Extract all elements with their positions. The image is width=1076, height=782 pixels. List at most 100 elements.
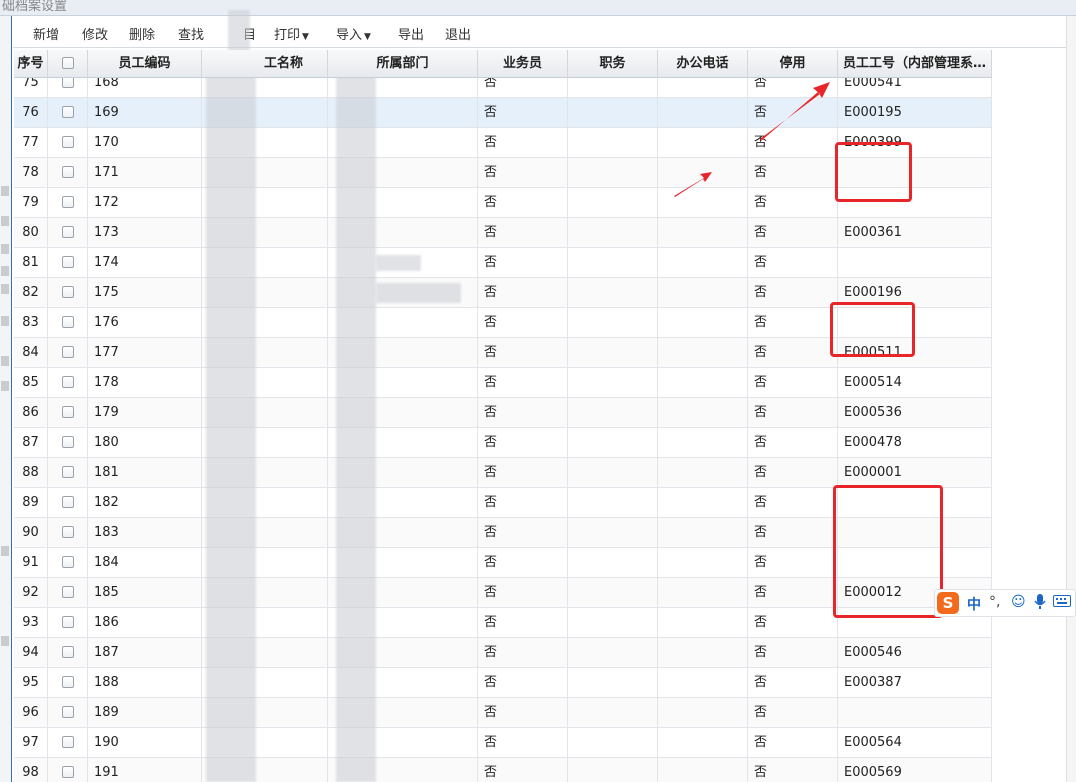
header-emp-code[interactable]: 员工编码 bbox=[88, 50, 202, 78]
redaction-blur bbox=[376, 255, 421, 271]
table-row[interactable]: 80 173 否否 E000361 bbox=[14, 218, 992, 248]
row-checkbox[interactable] bbox=[61, 735, 74, 748]
cell-emp-code: 190 bbox=[88, 728, 202, 758]
row-checkbox[interactable] bbox=[61, 645, 74, 658]
row-checkbox[interactable] bbox=[61, 555, 74, 568]
row-checkbox[interactable] bbox=[61, 165, 74, 178]
row-checkbox[interactable] bbox=[61, 135, 74, 148]
row-checkbox[interactable] bbox=[61, 225, 74, 238]
table-row[interactable]: 95 188 否否 E000387 bbox=[14, 668, 992, 698]
cell-position bbox=[568, 578, 658, 608]
cell-salesman: 否 bbox=[478, 548, 568, 578]
header-emp-name[interactable]: 工名称 bbox=[202, 50, 328, 78]
window-title: 础档案设置 bbox=[2, 0, 68, 14]
cell-position bbox=[568, 758, 658, 782]
header-salesman[interactable]: 业务员 bbox=[478, 50, 568, 78]
cell-emp-code: 177 bbox=[88, 338, 202, 368]
row-checkbox[interactable] bbox=[61, 525, 74, 538]
delete-button[interactable]: 删除 bbox=[129, 24, 155, 43]
find-button[interactable]: 查找 bbox=[178, 24, 204, 43]
cell-phone bbox=[658, 248, 748, 278]
table-row[interactable]: 96 189 否 否 bbox=[14, 698, 992, 728]
window-titlebar: 础档案设置 bbox=[0, 0, 1076, 16]
table-row[interactable]: 87 180 否否 E000478 bbox=[14, 428, 992, 458]
row-checkbox[interactable] bbox=[61, 105, 74, 118]
row-checkbox[interactable] bbox=[61, 495, 74, 508]
cell-position bbox=[568, 368, 658, 398]
table-row[interactable]: 81 174 否 否 bbox=[14, 248, 992, 278]
table-row[interactable]: 86 179 否否 E000536 bbox=[14, 398, 992, 428]
export-button[interactable]: 导出 bbox=[398, 24, 424, 43]
cell-disabled: 否 bbox=[748, 218, 838, 248]
cell-position bbox=[568, 668, 658, 698]
cell-seq: 79 bbox=[14, 188, 48, 218]
keyboard-icon[interactable] bbox=[1053, 594, 1071, 612]
cell-disabled: 否 bbox=[748, 398, 838, 428]
print-button[interactable]: 打印 ▼ bbox=[274, 24, 309, 43]
cell-position bbox=[568, 608, 658, 638]
row-checkbox[interactable] bbox=[61, 375, 74, 388]
cell-salesman: 否 bbox=[478, 668, 568, 698]
header-dept[interactable]: 所属部门 bbox=[328, 50, 478, 78]
cell-emp-code: 172 bbox=[88, 188, 202, 218]
edit-button[interactable]: 修改 bbox=[82, 24, 108, 43]
table-row[interactable]: 97 190 否否 E000564 bbox=[14, 728, 992, 758]
row-checkbox[interactable] bbox=[61, 405, 74, 418]
row-checkbox[interactable] bbox=[61, 705, 74, 718]
cell-emp-code: 186 bbox=[88, 608, 202, 638]
header-select-all[interactable] bbox=[48, 50, 88, 78]
import-button[interactable]: 导入 ▼ bbox=[336, 24, 371, 43]
cell-disabled: 否 bbox=[748, 308, 838, 338]
header-phone[interactable]: 办公电话 bbox=[658, 50, 748, 78]
header-position[interactable]: 职务 bbox=[568, 50, 658, 78]
emoji-icon[interactable]: ☺ bbox=[1011, 594, 1026, 610]
ime-toolbar[interactable]: S 中 °, ☺ bbox=[934, 589, 1076, 617]
mic-icon[interactable] bbox=[1034, 594, 1046, 614]
table-row[interactable]: 88 181 否否 E000001 bbox=[14, 458, 992, 488]
row-checkbox-cell bbox=[48, 758, 88, 782]
cell-emp-code: 191 bbox=[88, 758, 202, 782]
new-button[interactable]: 新增 bbox=[33, 24, 59, 43]
row-checkbox[interactable] bbox=[61, 285, 74, 298]
sogou-logo[interactable]: S bbox=[937, 592, 959, 614]
cell-emp-code: 184 bbox=[88, 548, 202, 578]
row-checkbox[interactable] bbox=[61, 675, 74, 688]
cell-seq: 96 bbox=[14, 698, 48, 728]
row-checkbox-cell bbox=[48, 278, 88, 308]
select-all-checkbox[interactable] bbox=[61, 56, 74, 69]
cell-position bbox=[568, 428, 658, 458]
table-row[interactable]: 76 169 否否 E000195 bbox=[14, 98, 992, 128]
cell-position bbox=[568, 698, 658, 728]
row-checkbox[interactable] bbox=[61, 765, 74, 778]
redaction-blur bbox=[206, 70, 256, 782]
exit-button[interactable]: 退出 bbox=[445, 24, 471, 43]
header-emp-no[interactable]: 员工工号（内部管理系… bbox=[838, 50, 992, 78]
cell-salesman: 否 bbox=[478, 578, 568, 608]
redaction-blur bbox=[376, 283, 461, 303]
row-checkbox[interactable] bbox=[61, 615, 74, 628]
cell-emp-no: E000514 bbox=[838, 368, 992, 398]
cell-salesman: 否 bbox=[478, 218, 568, 248]
row-checkbox[interactable] bbox=[61, 345, 74, 358]
ime-punct-toggle[interactable]: °, bbox=[989, 594, 1000, 610]
row-checkbox[interactable] bbox=[61, 315, 74, 328]
table-row[interactable]: 94 187 否否 E000546 bbox=[14, 638, 992, 668]
row-checkbox[interactable] bbox=[61, 255, 74, 268]
chevron-down-icon: ▼ bbox=[364, 32, 371, 42]
table-row[interactable]: 85 178 否否 E000514 bbox=[14, 368, 992, 398]
cell-phone bbox=[658, 458, 748, 488]
left-nav-strip[interactable] bbox=[0, 16, 12, 782]
row-checkbox[interactable] bbox=[61, 435, 74, 448]
window-scrollbar[interactable] bbox=[1066, 16, 1076, 782]
cell-emp-code: 178 bbox=[88, 368, 202, 398]
header-disabled[interactable]: 停用 bbox=[748, 50, 838, 78]
row-checkbox-cell bbox=[48, 488, 88, 518]
cell-disabled: 否 bbox=[748, 578, 838, 608]
cell-salesman: 否 bbox=[478, 698, 568, 728]
row-checkbox[interactable] bbox=[61, 585, 74, 598]
row-checkbox[interactable] bbox=[61, 465, 74, 478]
header-seq[interactable]: 序号 bbox=[14, 50, 48, 78]
table-row[interactable]: 98 191 否否 E000569 bbox=[14, 758, 992, 782]
row-checkbox[interactable] bbox=[61, 195, 74, 208]
ime-lang-toggle[interactable]: 中 bbox=[967, 594, 981, 614]
